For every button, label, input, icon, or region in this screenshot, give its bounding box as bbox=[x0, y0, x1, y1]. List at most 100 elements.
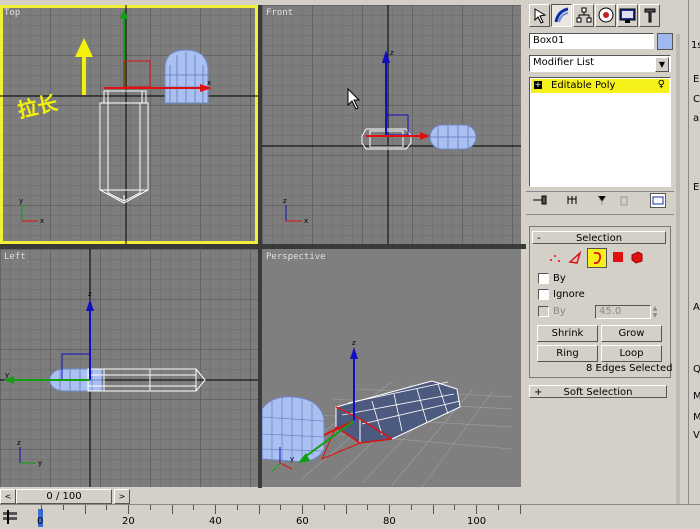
ruler-tick bbox=[454, 505, 456, 510]
border-subobject-icon[interactable] bbox=[587, 248, 607, 268]
lightbulb-icon[interactable]: ♀ bbox=[658, 79, 665, 90]
expand-icon[interactable]: + bbox=[534, 81, 542, 89]
vertex-subobject-icon[interactable] bbox=[549, 252, 561, 267]
viewport-perspective[interactable]: Perspective z y bbox=[262, 249, 521, 487]
viewport-left[interactable]: Left z y z y bbox=[0, 249, 258, 487]
spinner-arrows-icon[interactable]: ▲ ▼ bbox=[651, 305, 659, 319]
selection-rollout-title[interactable]: - Selection bbox=[532, 231, 666, 244]
ruler-tick bbox=[476, 505, 477, 514]
svg-text:x: x bbox=[304, 217, 308, 225]
axis-tripod: y x bbox=[19, 197, 44, 225]
ruler-tick bbox=[410, 505, 412, 510]
angle-spinner[interactable]: 45.0 bbox=[595, 305, 651, 319]
side-letter: Q bbox=[693, 364, 700, 375]
side-letter: a bbox=[693, 113, 700, 124]
svg-text:z: z bbox=[17, 439, 21, 447]
ruler-tick bbox=[323, 505, 325, 510]
pin-stack-icon[interactable] bbox=[532, 194, 548, 209]
shrink-button[interactable]: Shrink bbox=[537, 325, 598, 342]
by-vertex-label: By bbox=[553, 273, 566, 284]
viewport-front[interactable]: Front z z x bbox=[262, 5, 521, 244]
modifier-stack: + Editable Poly ♀ bbox=[529, 77, 671, 187]
svg-text:y: y bbox=[38, 459, 42, 467]
stack-item-label: Editable Poly bbox=[551, 80, 616, 91]
side-letter: V bbox=[693, 430, 700, 441]
svg-text:x: x bbox=[40, 217, 44, 225]
object-name-field[interactable]: Box01 bbox=[529, 33, 654, 49]
mouse-cursor-icon bbox=[347, 87, 361, 110]
by-angle-checkbox[interactable] bbox=[538, 306, 549, 317]
mesh-capsule-top bbox=[164, 49, 209, 104]
ruler-tick bbox=[236, 505, 238, 510]
side-letter: A bbox=[693, 302, 700, 313]
side-letter: C bbox=[693, 94, 700, 105]
soft-selection-rollout-title[interactable]: + Soft Selection bbox=[529, 385, 667, 398]
ruler-tick bbox=[367, 505, 369, 510]
hierarchy-tab[interactable] bbox=[573, 4, 594, 27]
svg-text:z: z bbox=[283, 197, 287, 205]
create-tab[interactable] bbox=[529, 4, 550, 27]
by-angle-label: By bbox=[553, 306, 566, 317]
configure-modifier-sets-icon[interactable] bbox=[650, 193, 666, 208]
modify-tab[interactable] bbox=[551, 4, 572, 27]
display-tab[interactable] bbox=[617, 4, 638, 27]
chevron-down-icon[interactable]: ▼ bbox=[655, 57, 669, 72]
ruler-tick bbox=[128, 505, 129, 514]
mesh-body-persp bbox=[321, 380, 461, 460]
time-slider-track[interactable]: < 0 / 100 > bbox=[0, 488, 526, 504]
ruler-tick bbox=[149, 505, 151, 510]
ignore-backfacing-checkbox[interactable] bbox=[538, 289, 549, 300]
side-letter: M bbox=[693, 412, 700, 423]
ruler-tick bbox=[280, 505, 282, 510]
ruler-tick bbox=[258, 505, 260, 514]
command-panel: Box01 Modifier List ▼ + Editable Poly ♀ … bbox=[526, 0, 694, 528]
loop-button[interactable]: Loop bbox=[601, 345, 662, 362]
motion-tab[interactable] bbox=[595, 4, 616, 27]
transform-gizmo: z bbox=[366, 49, 430, 140]
svg-text:z: z bbox=[88, 290, 92, 298]
side-letter: E bbox=[693, 182, 700, 193]
selection-status: 8 Edges Selected bbox=[586, 363, 673, 374]
annotation-arrow bbox=[75, 38, 93, 95]
ruler-label: 0 bbox=[37, 516, 44, 527]
axis-tripod: z x bbox=[283, 197, 308, 225]
edge-subobject-icon[interactable] bbox=[568, 250, 582, 268]
show-end-result-icon[interactable] bbox=[566, 194, 578, 209]
mesh-body-top bbox=[99, 90, 149, 204]
ruler-tick bbox=[519, 505, 521, 514]
ruler-tick bbox=[62, 505, 64, 510]
utilities-tab[interactable] bbox=[639, 4, 660, 27]
ruler-label: 80 bbox=[383, 516, 396, 527]
ruler-tick bbox=[41, 505, 42, 514]
mesh-capsule-persp bbox=[262, 396, 325, 462]
track-bar[interactable]: 0 20 40 60 80 100 bbox=[0, 504, 700, 529]
ruler-label: 60 bbox=[296, 516, 309, 527]
modifier-list-label: Modifier List bbox=[533, 57, 595, 68]
ruler-tick bbox=[193, 505, 195, 510]
polygon-subobject-icon[interactable] bbox=[613, 252, 623, 262]
svg-text:y: y bbox=[290, 455, 294, 463]
next-frame-button[interactable]: > bbox=[114, 489, 130, 504]
time-slider-thumb[interactable]: 0 / 100 bbox=[16, 489, 112, 504]
expand-icon: + bbox=[534, 387, 543, 398]
ruler-tick bbox=[432, 505, 434, 514]
ruler-label: 40 bbox=[209, 516, 222, 527]
element-subobject-icon[interactable] bbox=[630, 250, 644, 267]
stack-item-editable-poly[interactable]: + Editable Poly ♀ bbox=[531, 79, 669, 93]
axis-x-label: x bbox=[207, 79, 211, 87]
side-letter: M bbox=[693, 391, 700, 402]
ring-button[interactable]: Ring bbox=[537, 345, 598, 362]
make-unique-icon[interactable] bbox=[596, 194, 608, 209]
ruler-tick bbox=[106, 505, 108, 510]
viewport-top[interactable]: Top x 拉长 y x bbox=[0, 5, 258, 244]
by-vertex-checkbox[interactable] bbox=[538, 273, 549, 284]
prev-frame-button[interactable]: < bbox=[0, 489, 16, 504]
modifier-list-dropdown[interactable]: Modifier List ▼ bbox=[529, 55, 671, 72]
remove-modifier-icon[interactable] bbox=[618, 194, 630, 209]
object-color-swatch[interactable] bbox=[657, 33, 673, 50]
grow-button[interactable]: Grow bbox=[601, 325, 662, 342]
axis-tripod: z y bbox=[17, 439, 42, 467]
panel-scrollbar[interactable] bbox=[676, 34, 680, 528]
collapse-icon: - bbox=[537, 233, 541, 244]
mini-curve-editor-icon[interactable] bbox=[2, 510, 20, 524]
